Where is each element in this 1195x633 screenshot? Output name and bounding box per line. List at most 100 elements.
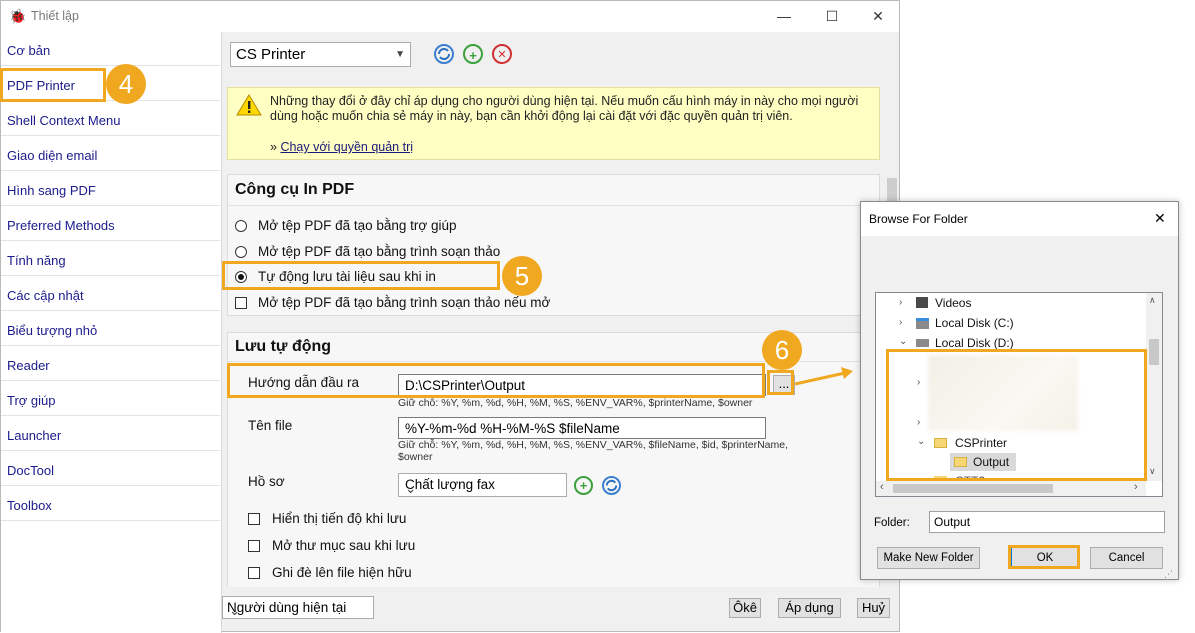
notice-text: Những thay đổi ở đây chỉ áp dụng cho ngư… xyxy=(270,94,859,123)
scope-select[interactable]: Người dùng hiện tại ⌄ xyxy=(222,596,374,619)
tree-item-videos[interactable]: Videos xyxy=(935,296,971,310)
printer-select[interactable]: CS Printer ▼ xyxy=(230,42,411,67)
sidebar-item-launcher[interactable]: Launcher xyxy=(1,417,220,451)
highlight-browse-button xyxy=(767,370,794,395)
ok-button[interactable]: Ôkê xyxy=(729,598,761,618)
step-badge-4: 4 xyxy=(106,64,146,104)
cancel-button[interactable]: Huỷ xyxy=(857,598,890,618)
expand-icon[interactable]: › xyxy=(899,317,902,328)
admin-notice: Những thay đổi ở đây chỉ áp dụng cho ngư… xyxy=(227,87,880,160)
tree-horizontal-scrollbar[interactable]: ‹ › xyxy=(876,481,1146,496)
refresh-icon[interactable] xyxy=(434,44,454,64)
scrollbar-thumb[interactable] xyxy=(1149,339,1159,365)
sidebar-item-label: Toolbox xyxy=(7,498,52,513)
checkbox-open-folder[interactable] xyxy=(248,540,260,552)
sidebar-item-updates[interactable]: Các cập nhật xyxy=(1,277,220,311)
scrollbar-thumb[interactable] xyxy=(893,484,1053,493)
option-label: Mở tệp PDF đã tạo bằng trình soạn thảo xyxy=(258,244,501,259)
make-new-folder-button[interactable]: Make New Folder xyxy=(877,547,980,569)
remove-printer-button[interactable]: ✕ xyxy=(492,44,512,64)
filename-field[interactable]: %Y-%m-%d %H-%M-%S $fileName xyxy=(398,417,766,439)
highlight-output-dir xyxy=(227,363,765,398)
apply-button[interactable]: Áp dụng xyxy=(778,598,841,618)
notice-link-row: » Chạy với quyền quản trị xyxy=(270,140,413,154)
highlight-dialog-ok xyxy=(1008,545,1080,569)
panel-title: Công cụ In PDF xyxy=(235,181,355,198)
dialog-title: Browse For Folder xyxy=(869,212,968,226)
title-bar: 🐞 Thiết lập — ☐ ✕ xyxy=(1,1,899,32)
drive-icon xyxy=(916,339,929,347)
maximize-button[interactable]: ☐ xyxy=(809,1,855,32)
sidebar-item-label: Reader xyxy=(7,358,50,373)
sidebar-item-label: Launcher xyxy=(7,428,62,443)
sidebar-item-label: Giao diện email xyxy=(7,148,98,163)
dialog-cancel-button[interactable]: Cancel xyxy=(1090,547,1163,569)
close-button[interactable]: ✕ xyxy=(855,1,901,32)
minimize-button[interactable]: — xyxy=(761,1,807,32)
sidebar-item-features[interactable]: Tính năng xyxy=(1,242,220,276)
video-folder-icon xyxy=(916,297,928,308)
profile-select[interactable]: Chất lượng fax ⌄ xyxy=(398,473,567,497)
run-as-admin-link[interactable]: Chạy với quyền quản trị xyxy=(280,140,413,154)
sidebar-item-label: Biểu tượng nhỏ xyxy=(7,323,98,338)
option-label: Mở thư mục sau khi lưu xyxy=(272,538,416,553)
panel-title: Lưu tự động xyxy=(235,338,332,355)
sidebar-item-preferred-methods[interactable]: Preferred Methods xyxy=(1,207,220,241)
step-badge-5: 5 xyxy=(502,256,542,296)
sidebar-item-tray-icon[interactable]: Biểu tượng nhỏ xyxy=(1,312,220,346)
expand-icon[interactable]: › xyxy=(899,297,902,308)
checkbox-show-progress[interactable] xyxy=(248,513,260,525)
sidebar-item-doctool[interactable]: DocTool xyxy=(1,452,220,486)
sidebar-item-label: Cơ bản xyxy=(7,43,51,58)
folder-name-value: Output xyxy=(934,515,971,529)
sidebar-item-email[interactable]: Giao diện email xyxy=(1,137,220,171)
folder-name-field[interactable]: Output xyxy=(929,511,1165,533)
chevron-down-icon: ⌄ xyxy=(405,481,417,496)
dialog-close-button[interactable]: ✕ xyxy=(1154,210,1166,227)
profile-label: Hồ sơ xyxy=(248,474,285,489)
warning-icon xyxy=(236,94,262,116)
filename-placeholder-hint-cont: $owner xyxy=(398,451,433,463)
add-printer-button[interactable]: + xyxy=(463,44,483,64)
sidebar-item-label: Trợ giúp xyxy=(7,393,56,408)
highlight-folder-tree xyxy=(886,349,1147,481)
link-prefix: » xyxy=(270,140,277,154)
tree-item-local-disk-c[interactable]: Local Disk (C:) xyxy=(935,316,1014,330)
radio-open-with-helper[interactable] xyxy=(235,220,247,232)
sidebar-item-shell-context-menu[interactable]: Shell Context Menu xyxy=(1,102,220,136)
checkbox-open-editor-if-open[interactable] xyxy=(235,297,247,309)
sidebar-item-label: Preferred Methods xyxy=(7,218,115,233)
refresh-profile-icon[interactable] xyxy=(602,476,621,495)
sidebar-item-image-to-pdf[interactable]: Hình sang PDF xyxy=(1,172,220,206)
sidebar-item-toolbox[interactable]: Toolbox xyxy=(1,487,220,521)
filename-placeholder-hint: Giữ chỗ: %Y, %m, %d, %H, %M, %S, %ENV_VA… xyxy=(398,439,789,451)
sidebar-item-co-ban[interactable]: Cơ bản xyxy=(1,32,220,66)
scroll-up-icon[interactable]: ∧ xyxy=(1149,295,1156,306)
chevron-down-icon: ⌄ xyxy=(229,603,241,618)
filename-label: Tên file xyxy=(248,418,293,433)
drive-icon xyxy=(916,318,929,329)
filename-value: %Y-%m-%d %H-%M-%S $fileName xyxy=(405,421,620,436)
checkbox-overwrite[interactable] xyxy=(248,567,260,579)
sidebar-item-label: Shell Context Menu xyxy=(7,113,121,128)
sidebar-item-label: Hình sang PDF xyxy=(7,183,96,198)
printer-select-value: CS Printer xyxy=(236,46,306,63)
arrow-icon xyxy=(794,367,853,386)
scroll-right-icon[interactable]: › xyxy=(1134,481,1138,493)
highlight-pdf-printer xyxy=(0,68,106,102)
dialog-title-bar: Browse For Folder ✕ xyxy=(861,202,1178,236)
sidebar-item-reader[interactable]: Reader xyxy=(1,347,220,381)
sidebar-item-label: Các cập nhật xyxy=(7,288,84,303)
tree-item-local-disk-d[interactable]: Local Disk (D:) xyxy=(935,336,1014,350)
radio-open-with-editor[interactable] xyxy=(235,246,247,258)
resize-grip-icon[interactable]: ⋰ xyxy=(1164,569,1173,580)
sidebar-item-help[interactable]: Trợ giúp xyxy=(1,382,220,416)
collapse-icon[interactable]: ⌄ xyxy=(899,336,907,347)
scroll-down-icon[interactable]: ∨ xyxy=(1149,466,1156,477)
divider xyxy=(228,205,879,206)
window-title: Thiết lập xyxy=(31,9,79,23)
pdf-tools-panel: Công cụ In PDF Mở tệp PDF đã tạo bằng tr… xyxy=(227,174,880,316)
add-profile-button[interactable]: + xyxy=(574,476,593,495)
scroll-left-icon[interactable]: ‹ xyxy=(880,481,884,493)
tree-vertical-scrollbar[interactable]: ∧ ∨ xyxy=(1146,293,1162,481)
